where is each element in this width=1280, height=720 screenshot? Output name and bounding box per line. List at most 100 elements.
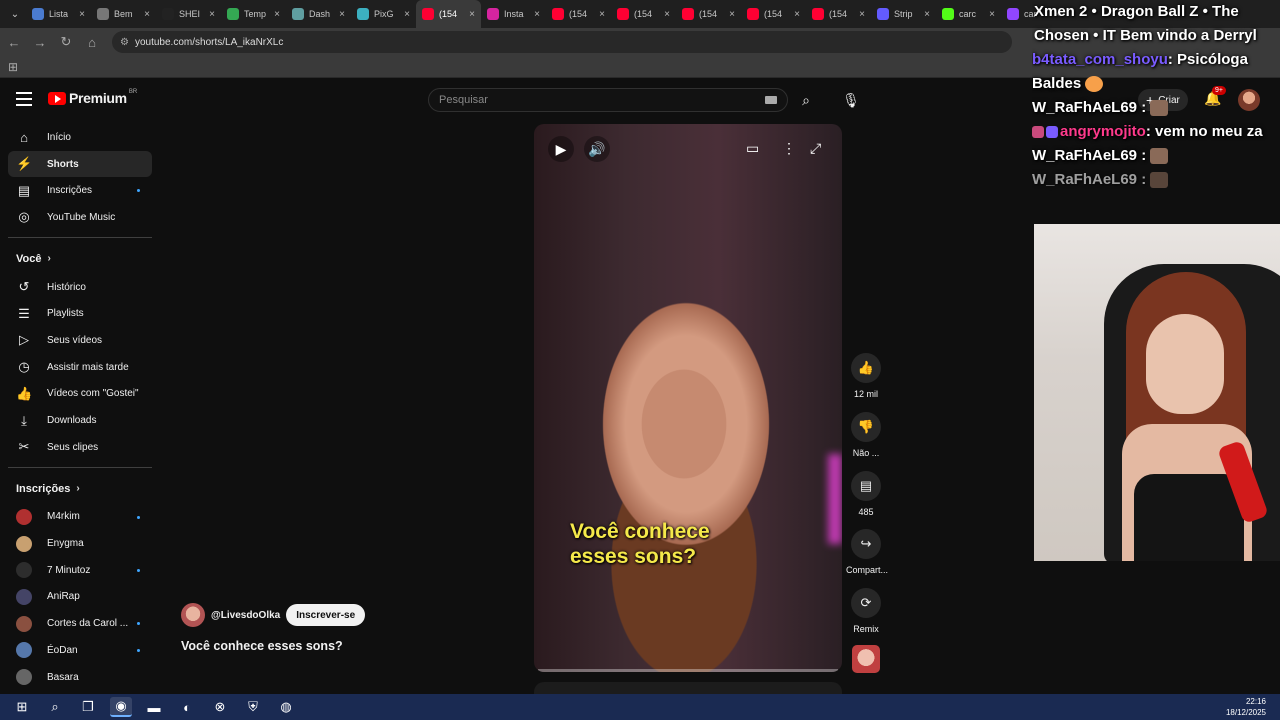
- browser-tab[interactable]: (154 ×: [806, 0, 871, 28]
- clock-time: 22:16: [1245, 697, 1266, 706]
- home-button-icon[interactable]: ⌂: [80, 30, 104, 54]
- xbox-icon[interactable]: ⊗: [209, 697, 231, 717]
- browser-tab[interactable]: (154 ×: [416, 0, 481, 28]
- browser-tab[interactable]: Strip ×: [871, 0, 936, 28]
- liked-icon: 👍: [16, 385, 33, 401]
- tab-close-icon[interactable]: ×: [144, 9, 150, 20]
- subscription-item[interactable]: Enygma: [8, 530, 152, 557]
- search-icon[interactable]: ⌕: [44, 697, 66, 717]
- tab-close-icon[interactable]: ×: [404, 9, 410, 20]
- fullscreen-icon[interactable]: ⤢: [810, 140, 821, 157]
- tab-close-icon[interactable]: ×: [729, 9, 735, 20]
- subscription-item[interactable]: ÉoDan: [8, 637, 152, 664]
- tab-close-icon[interactable]: ×: [989, 9, 995, 20]
- comments-button[interactable]: ▤ 485: [846, 471, 886, 517]
- system-clock[interactable]: 22:16 18/12/2025: [1226, 696, 1266, 718]
- file-explorer-icon[interactable]: ▬: [143, 697, 165, 717]
- sound-thumbnail[interactable]: [852, 645, 880, 673]
- subscription-item[interactable]: M4rkim: [8, 504, 152, 531]
- apps-grid-icon[interactable]: ⊞: [8, 60, 18, 74]
- reload-icon[interactable]: ↻: [54, 30, 78, 54]
- site-info-icon[interactable]: ⚙: [120, 37, 129, 48]
- browser-tab[interactable]: Bem ×: [91, 0, 156, 28]
- microphone-icon[interactable]: 🎙: [838, 87, 864, 113]
- cat-emote-icon: [1150, 172, 1169, 189]
- subscriptions-section-title[interactable]: Inscrições ›: [8, 474, 152, 504]
- tab-close-icon[interactable]: ×: [534, 9, 540, 20]
- channel-avatar[interactable]: [181, 603, 205, 627]
- browser-tab[interactable]: (154 ×: [741, 0, 806, 28]
- browser-tab[interactable]: Temp ×: [221, 0, 286, 28]
- obs-icon[interactable]: ◍: [275, 697, 297, 717]
- task-view-icon[interactable]: ❐: [77, 697, 99, 717]
- chat-username: W_RaFhAeL69: [1032, 99, 1138, 116]
- sidebar-item-in-cio[interactable]: ⌂ Início: [8, 124, 152, 151]
- browser-tab[interactable]: Insta ×: [481, 0, 546, 28]
- tab-close-icon[interactable]: ×: [79, 9, 85, 20]
- chat-text: :: [1137, 147, 1147, 164]
- sidebar-item-seus-v-deos[interactable]: ▷ Seus vídeos: [8, 327, 152, 354]
- stream-title-line-2: Chosen • IT Bem vindo a Derryl: [1034, 27, 1257, 44]
- search-input[interactable]: Pesquisar: [428, 88, 788, 112]
- share-button[interactable]: ↪ Compart...: [846, 529, 888, 575]
- video-progress-bar[interactable]: [538, 669, 838, 672]
- menu-icon[interactable]: [16, 92, 32, 106]
- tab-favicon-icon: [1007, 8, 1019, 20]
- tab-search-button[interactable]: ⌄: [4, 3, 26, 25]
- sidebar-item-seus-clipes[interactable]: ✂ Seus clipes: [8, 434, 152, 461]
- video-title[interactable]: Você conhece esses sons?: [181, 639, 343, 653]
- search-icon[interactable]: ⌕: [792, 87, 820, 113]
- browser-tab[interactable]: (154 ×: [676, 0, 741, 28]
- browser-tab[interactable]: (154 ×: [611, 0, 676, 28]
- sidebar-item-inscri-es[interactable]: ▤ Inscrições: [8, 177, 152, 204]
- forward-icon[interactable]: →: [28, 30, 52, 54]
- browser-tab[interactable]: PixG ×: [351, 0, 416, 28]
- tab-close-icon[interactable]: ×: [599, 9, 605, 20]
- channel-name[interactable]: @LivesdoOlka: [211, 610, 280, 621]
- sidebar-item-hist-rico[interactable]: ↺ Histórico: [8, 274, 152, 301]
- subscription-item[interactable]: Basara: [8, 664, 152, 691]
- shorts-video-player[interactable]: ▶ 🔊 ▭ ⋮ ⤢ Você conhece esses sons?: [534, 124, 842, 672]
- browser-tab[interactable]: Dash ×: [286, 0, 351, 28]
- more-options-icon[interactable]: ⋮: [782, 140, 796, 157]
- youtube-premium-logo[interactable]: Premium BR: [48, 89, 137, 106]
- tab-label: (154: [699, 9, 718, 19]
- sidebar-item-shorts[interactable]: ⚡ Shorts: [8, 150, 152, 178]
- browser-tab[interactable]: carc ×: [936, 0, 1001, 28]
- discord-icon[interactable]: ◐: [176, 697, 198, 717]
- windows-start-icon[interactable]: ⊞: [11, 697, 33, 717]
- security-icon[interactable]: ⛨: [242, 697, 264, 717]
- tab-close-icon[interactable]: ×: [664, 9, 670, 20]
- keyboard-icon[interactable]: [765, 96, 777, 104]
- captions-icon[interactable]: ▭: [746, 140, 759, 157]
- back-icon[interactable]: ←: [2, 30, 26, 54]
- remix-button[interactable]: ⟳ Remix: [846, 588, 886, 634]
- dislike-button[interactable]: 👎 Não ...: [846, 412, 886, 458]
- tab-close-icon[interactable]: ×: [469, 9, 475, 20]
- tab-close-icon[interactable]: ×: [274, 9, 280, 20]
- like-button[interactable]: 👍 12 mil: [846, 353, 886, 399]
- sidebar-item-playlists[interactable]: ☰ Playlists: [8, 300, 152, 327]
- tab-close-icon[interactable]: ×: [209, 9, 215, 20]
- subscription-item[interactable]: AniRap: [8, 584, 152, 611]
- chrome-icon[interactable]: ◉: [110, 697, 132, 717]
- browser-tab[interactable]: SHEI ×: [156, 0, 221, 28]
- tab-close-icon[interactable]: ×: [924, 9, 930, 20]
- sidebar-item-assistir-mais-tarde[interactable]: ◷ Assistir mais tarde: [8, 354, 152, 381]
- subscription-item[interactable]: 7 Minutoz: [8, 557, 152, 584]
- tab-close-icon[interactable]: ×: [859, 9, 865, 20]
- tab-close-icon[interactable]: ×: [339, 9, 345, 20]
- browser-tab[interactable]: (154 ×: [546, 0, 611, 28]
- sidebar-item-youtube-music[interactable]: ◎ YouTube Music: [8, 204, 152, 231]
- sidebar-item-downloads[interactable]: ⤓ Downloads: [8, 407, 152, 434]
- subscribe-button[interactable]: Inscrever-se: [286, 604, 366, 626]
- sidebar-item-v-deos-com-gostei[interactable]: 👍 Vídeos com "Gostei": [8, 381, 152, 408]
- tab-close-icon[interactable]: ×: [794, 9, 800, 20]
- play-icon[interactable]: ▶: [548, 136, 574, 162]
- you-section-title[interactable]: Você ›: [8, 244, 152, 274]
- browser-tab[interactable]: Lista ×: [26, 0, 91, 28]
- volume-icon[interactable]: 🔊: [584, 136, 610, 162]
- next-short-preview[interactable]: [534, 682, 842, 694]
- subscription-item[interactable]: Cortes da Carol ...: [8, 610, 152, 637]
- address-bar[interactable]: ⚙ youtube.com/shorts/LA_ikaNrXLc: [112, 31, 1012, 53]
